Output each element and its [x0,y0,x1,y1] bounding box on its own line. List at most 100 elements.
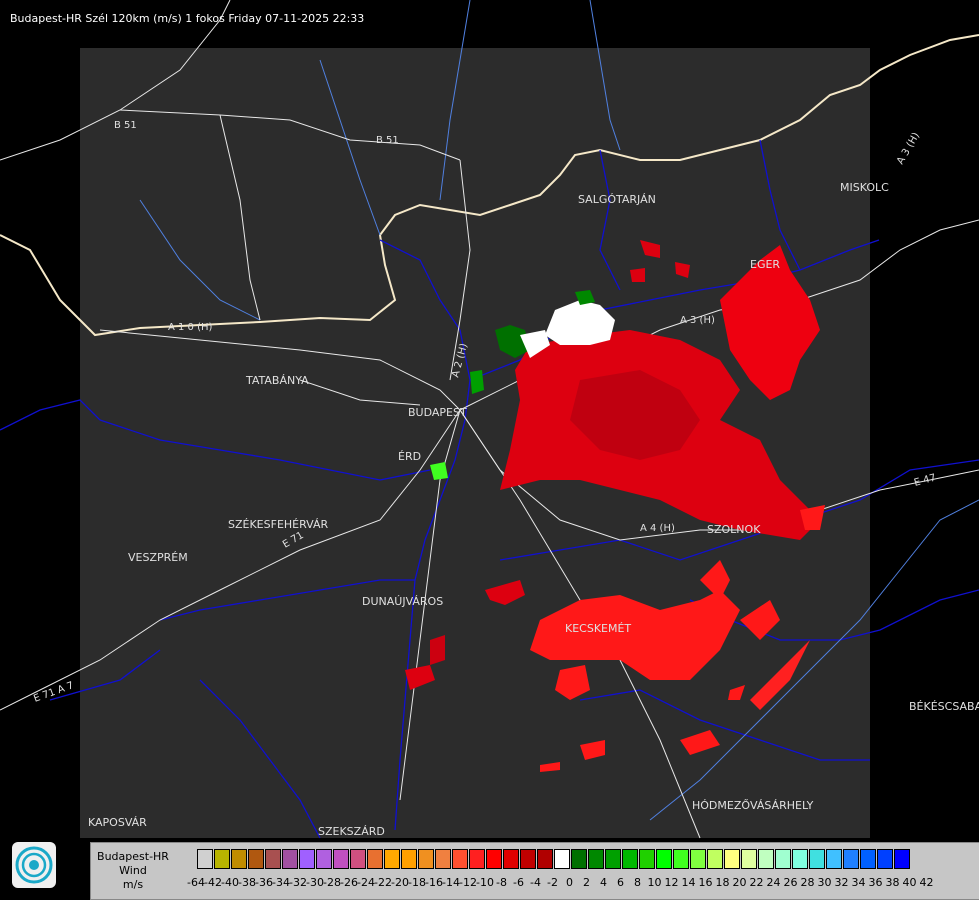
legend-swatch [758,849,774,869]
legend-tick-label: 30 [817,876,832,889]
legend-swatch [792,849,808,869]
legend-swatch [435,849,451,869]
city-label-veszprem: VESZPRÉM [128,551,188,564]
road-label: A 1 0 (H) [168,322,213,333]
legend-tick-label: 20 [732,876,747,889]
legend-swatch [775,849,791,869]
legend-swatch [248,849,264,869]
legend-swatch [452,849,468,869]
legend-tick-label: 10 [647,876,662,889]
legend-tick-label: -42 [204,876,222,889]
road-label: B 51 [114,120,137,131]
legend-swatch [741,849,757,869]
city-label-eger: EGER [750,258,780,271]
legend-tick-label: -16 [425,876,443,889]
legend-swatch [197,849,213,869]
legend-tick-label: -2 [547,876,558,889]
legend-tick-label: -28 [323,876,341,889]
legend-product: Wind [119,864,147,877]
legend-tick-label: 16 [698,876,713,889]
legend-tick-label: 42 [919,876,934,889]
legend-tick-label: 6 [617,876,624,889]
legend-swatch [860,849,876,869]
legend-swatch [656,849,672,869]
legend-tick-label: -22 [374,876,392,889]
legend-color-scale [197,849,911,871]
legend-tick-label: 22 [749,876,764,889]
city-label-kecskemet: KECSKEMÉT [565,622,631,635]
road-label: A 3 (H) [895,131,922,167]
legend-swatch [894,849,910,869]
legend-swatch [350,849,366,869]
city-label-szekesfehervar: SZÉKESFEHÉRVÁR [228,518,329,531]
city-label-dunaujvaros: DUNAÚJVÁROS [362,595,443,608]
legend-tick-label: -14 [442,876,460,889]
legend-swatch [639,849,655,869]
legend-swatch [877,849,893,869]
legend-swatch [231,849,247,869]
legend-tick-label: 24 [766,876,781,889]
legend-swatch [469,849,485,869]
legend-swatch [673,849,689,869]
legend-tick-label: 36 [868,876,883,889]
legend-swatch [282,849,298,869]
legend-label: Budapest-HR Wind m/s [91,843,175,899]
road-label: A 3 (H) [680,315,715,326]
legend-tick-label: 38 [885,876,900,889]
legend-tick-label: -30 [306,876,324,889]
city-label-kaposvar: KAPOSVÁR [88,816,147,829]
legend-swatch [537,849,553,869]
legend-swatch [265,849,281,869]
legend-tick-label: -36 [255,876,273,889]
logo [12,842,56,888]
city-label-miskolc: MISKOLC [840,181,889,194]
legend-ticks: -64 -42 -40 -38 -36 -34 -32 -30 -28 -26 -24 -22 -20-… [187,876,935,892]
legend-station: Budapest-HR [97,850,169,863]
legend-swatch [724,849,740,869]
legend-swatch [503,849,519,869]
legend-swatch [843,849,859,869]
road-label: E 71 A 7 [32,680,75,705]
legend-swatch [299,849,315,869]
radar-map: SALGÓTARJÁN EGER MISKOLC TATABÁNYA BUDAP… [0,0,979,839]
legend-swatch [622,849,638,869]
legend-tick-label: 12 [664,876,679,889]
legend-tick-label: -34 [272,876,290,889]
legend-tick-label: -38 [238,876,256,889]
legend-swatch [588,849,604,869]
legend-tick-label: 28 [800,876,815,889]
legend-swatch [214,849,230,869]
city-label-szekszard: SZEKSZÁRD [318,825,385,838]
legend-tick-label: -4 [530,876,541,889]
legend-tick-label: 14 [681,876,696,889]
legend-tick-label: 8 [634,876,641,889]
legend-tick-label: -6 [513,876,524,889]
legend-tick-label: 26 [783,876,798,889]
legend-tick-label: -40 [221,876,239,889]
legend-tick-label: -24 [357,876,375,889]
city-label-szolnok: SZOLNOK [707,523,761,536]
legend-unit: m/s [122,878,144,891]
legend-swatch [384,849,400,869]
legend-swatch [571,849,587,869]
legend-swatch [333,849,349,869]
legend-tick-label: 4 [600,876,607,889]
legend-tick-label: -20 [391,876,409,889]
road-label: E 47 [913,473,937,489]
city-label-budapest: BUDAPEST [408,406,467,419]
legend-tick-label: 40 [902,876,917,889]
legend-tick-label: -32 [289,876,307,889]
swirl-logo-icon [15,846,53,884]
legend-swatch [707,849,723,869]
road-label: A 4 (H) [640,523,675,534]
legend-tick-label: -26 [340,876,358,889]
legend-tick-label: 2 [583,876,590,889]
legend-tick-label: -12 [459,876,477,889]
road-label: B 51 [376,135,399,146]
city-label-hodmezovasarhely: HÓDMEZŐVÁSÁRHELY [692,798,814,812]
page-title: Budapest-HR Szél 120km (m/s) 1 fokos Fri… [10,12,365,25]
legend-tick-label: -64 [187,876,205,889]
legend-tick-label: 0 [566,876,573,889]
city-label-bekescsaba: BÉKÉSCSABA [909,700,979,713]
legend-tick-label: 18 [715,876,730,889]
